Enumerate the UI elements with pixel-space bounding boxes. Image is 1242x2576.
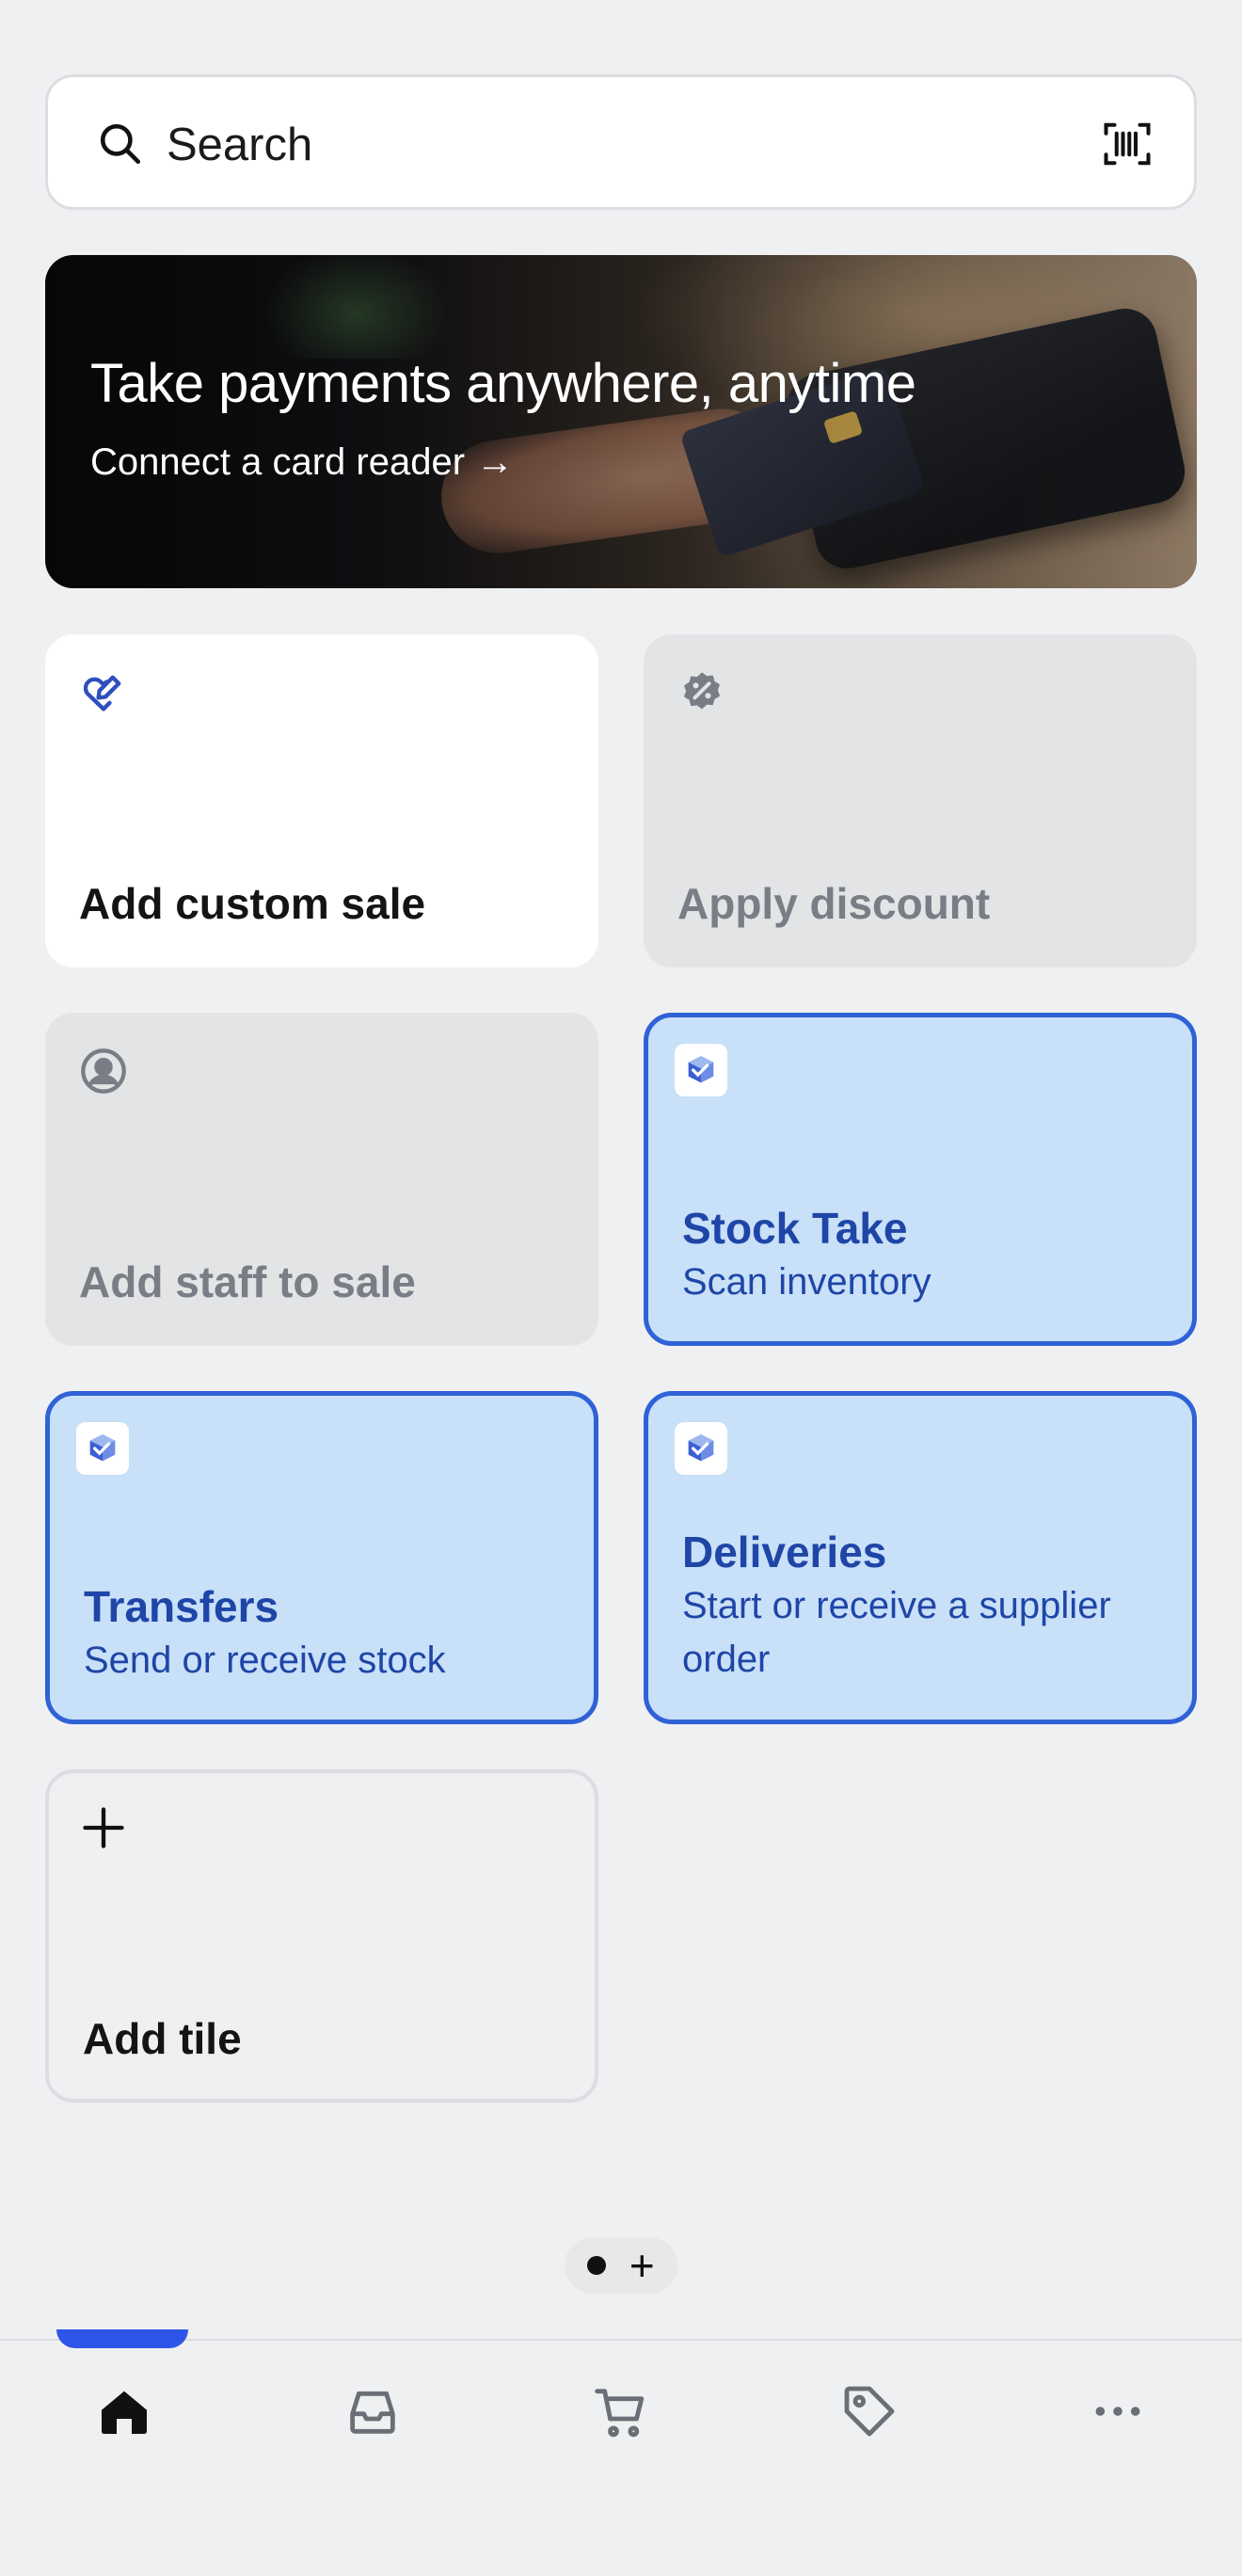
discount-badge-icon xyxy=(683,672,721,710)
tile-label: Add staff to sale xyxy=(79,1257,416,1306)
more-icon xyxy=(1095,2407,1140,2416)
nav-products[interactable] xyxy=(839,2381,900,2441)
search-placeholder: Search xyxy=(167,120,313,170)
tile-label: Add tile xyxy=(83,2014,242,2063)
nav-home[interactable] xyxy=(94,2381,154,2441)
heart-edit-icon xyxy=(83,675,121,712)
tile-subtitle: Start or receive a supplier xyxy=(682,1585,1111,1626)
banner-link-label: Connect a card reader xyxy=(90,441,466,483)
tile-subtitle: order xyxy=(682,1639,771,1680)
card-reader-banner[interactable]: Take payments anywhere, anytime Connect … xyxy=(45,255,1197,588)
search-bar[interactable]: Search xyxy=(45,74,1197,210)
tile-transfers[interactable]: Transfers Send or receive stock xyxy=(45,1391,598,1724)
nav-more[interactable] xyxy=(1088,2381,1148,2441)
connect-card-reader-link[interactable]: Connect a card reader → xyxy=(90,440,514,485)
inbox-icon xyxy=(350,2391,395,2434)
stocky-app-icon xyxy=(675,1422,727,1475)
search-icon xyxy=(100,123,141,165)
tile-label: Stock Take xyxy=(682,1204,908,1253)
tile-deliveries[interactable]: Deliveries Start or receive a supplier o… xyxy=(644,1391,1197,1724)
stocky-app-icon xyxy=(76,1422,129,1475)
plus-icon xyxy=(83,1807,124,1848)
cart-icon xyxy=(595,2389,645,2438)
tile-label: Deliveries xyxy=(682,1528,887,1576)
arrow-right-icon: → xyxy=(476,441,515,483)
tile-label: Apply discount xyxy=(677,879,991,928)
banner-title: Take payments anywhere, anytime xyxy=(90,353,916,414)
barcode-scan-icon[interactable] xyxy=(1102,119,1153,169)
tile-subtitle: Scan inventory xyxy=(682,1261,932,1303)
tile-label: Transfers xyxy=(84,1582,279,1631)
tile-label: Add custom sale xyxy=(79,879,426,928)
tile-stock-take[interactable]: Stock Take Scan inventory xyxy=(644,1013,1197,1346)
tile-apply-discount[interactable]: Apply discount xyxy=(644,634,1197,968)
tile-add-staff-to-sale[interactable]: Add staff to sale xyxy=(45,1013,598,1346)
nav-orders[interactable] xyxy=(342,2381,403,2441)
tile-add-tile[interactable]: Add tile xyxy=(45,1769,598,2103)
stocky-app-icon xyxy=(675,1044,727,1096)
page-indicator: + xyxy=(565,2237,677,2294)
tile-subtitle: Send or receive stock xyxy=(84,1640,446,1681)
tag-icon xyxy=(844,2386,895,2437)
tile-add-custom-sale[interactable]: Add custom sale xyxy=(45,634,598,968)
nav-cart[interactable] xyxy=(591,2381,651,2441)
user-circle-icon xyxy=(81,1048,126,1094)
add-page-button[interactable]: + xyxy=(629,2244,655,2287)
home-icon xyxy=(102,2391,147,2434)
page-dot-current[interactable] xyxy=(587,2256,607,2275)
nav-divider xyxy=(0,2339,1242,2341)
nav-active-indicator xyxy=(56,2329,188,2348)
